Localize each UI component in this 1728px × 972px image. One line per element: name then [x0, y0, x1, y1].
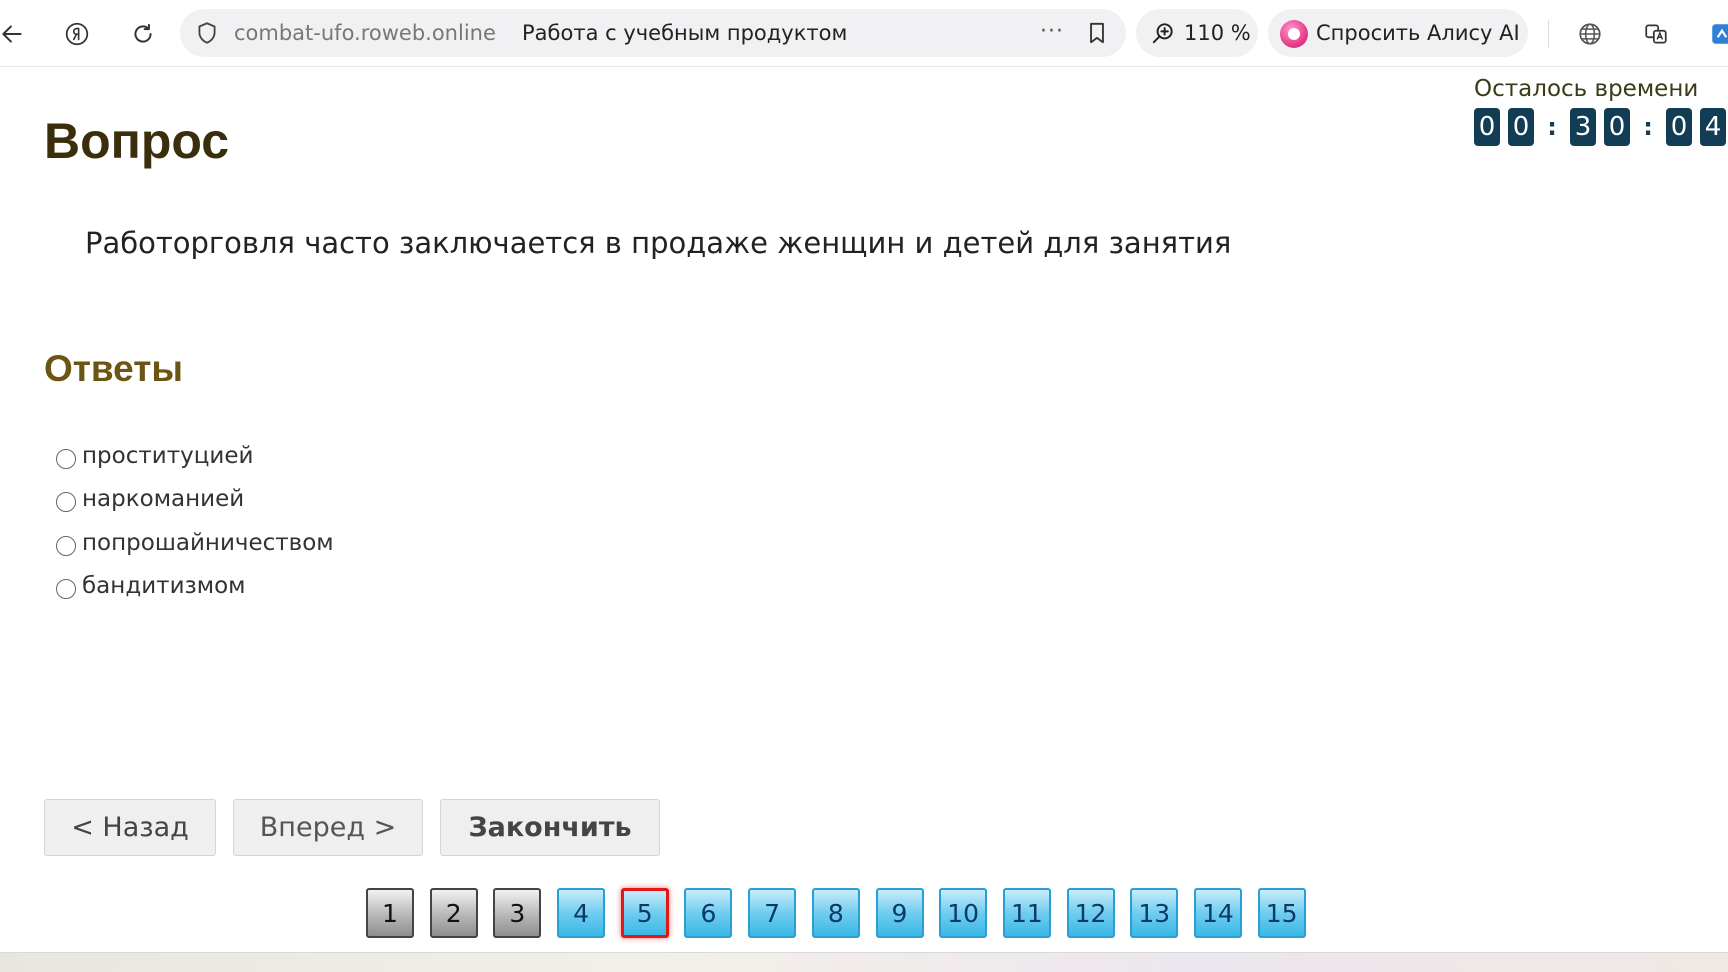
browser-toolbar: combat-ufo.roweb.online Работа с учебным… [0, 0, 1728, 67]
question-text: Работорговля часто заключается в продаже… [85, 226, 1232, 260]
address-bar[interactable]: combat-ufo.roweb.online Работа с учебным… [180, 9, 1126, 57]
back-button[interactable]: < Назад [44, 799, 216, 856]
question-page-button-14[interactable]: 14 [1193, 888, 1242, 938]
answers-heading: Ответы [44, 348, 183, 389]
countdown-timer: 0 0 : 3 0 : 0 4 [1474, 108, 1728, 146]
finish-button[interactable]: Закончить [440, 799, 660, 856]
address-page-title: Работа с учебным продуктом [522, 21, 848, 45]
question-page-button-3[interactable]: 3 [493, 888, 542, 938]
back-arrow-icon[interactable] [0, 14, 32, 54]
answer-option-3[interactable]: попрошайничеством [56, 521, 334, 565]
timer-digit: 0 [1508, 108, 1534, 146]
answer-option-4[interactable]: бандитизмом [56, 565, 334, 609]
question-page-button-2[interactable]: 2 [429, 888, 478, 938]
answer-radio[interactable] [56, 579, 76, 600]
alice-icon [1280, 20, 1308, 48]
question-pager: 1 2 3 4 5 6 7 8 9 10 11 12 13 14 15 [366, 888, 1321, 938]
zoom-indicator[interactable]: 110 % [1136, 9, 1258, 57]
ask-alice-button[interactable]: Спросить Алису AI [1268, 9, 1528, 57]
answer-radio[interactable] [56, 448, 76, 469]
answer-radio[interactable] [56, 492, 76, 513]
zoom-icon [1152, 23, 1173, 44]
question-page-button-4[interactable]: 4 [557, 888, 606, 938]
timer-digit: 0 [1604, 108, 1630, 146]
answer-label[interactable]: проституцией [82, 443, 253, 469]
timer-separator: : [1643, 113, 1653, 141]
question-page-button-13[interactable]: 13 [1130, 888, 1179, 938]
question-page-button-9[interactable]: 9 [875, 888, 924, 938]
question-page-button-12[interactable]: 12 [1066, 888, 1115, 938]
timer-digit: 0 [1474, 108, 1500, 146]
question-page-button-15[interactable]: 15 [1257, 888, 1306, 938]
ask-alice-label: Спросить Алису AI [1316, 21, 1520, 45]
answer-radio[interactable] [56, 535, 76, 556]
address-domain: combat-ufo.roweb.online [234, 21, 496, 45]
timer-digit: 3 [1570, 108, 1596, 146]
question-page-button-6[interactable]: 6 [684, 888, 733, 938]
question-heading: Вопрос [44, 113, 230, 169]
question-page-button-7[interactable]: 7 [748, 888, 797, 938]
timer-label: Осталось времени [1474, 76, 1699, 102]
question-page-button-8[interactable]: 8 [811, 888, 860, 938]
timer-digit: 0 [1666, 108, 1692, 146]
timer-separator: : [1547, 113, 1557, 141]
bookmark-icon[interactable] [1084, 20, 1110, 46]
globe-icon[interactable] [1570, 14, 1610, 54]
answer-label[interactable]: бандитизмом [82, 573, 246, 599]
answer-label[interactable]: попрошайничеством [82, 530, 334, 556]
answer-label[interactable]: наркоманией [82, 486, 244, 512]
question-page-button-10[interactable]: 10 [939, 888, 988, 938]
timer-digit: 4 [1700, 108, 1726, 146]
answer-option-2[interactable]: наркоманией [56, 478, 334, 522]
extension-icon[interactable] [1702, 14, 1728, 54]
reload-icon[interactable] [123, 14, 163, 54]
question-page-button-5[interactable]: 5 [620, 888, 669, 938]
toolbar-divider [1548, 20, 1549, 48]
answer-option-1[interactable]: проституцией [56, 434, 334, 478]
taskbar-strip [0, 952, 1728, 972]
yandex-logo-icon[interactable] [57, 14, 97, 54]
question-page-button-1[interactable]: 1 [366, 888, 414, 938]
forward-button[interactable]: Вперед > [233, 799, 423, 856]
translate-icon[interactable] [1636, 14, 1676, 54]
shield-icon[interactable] [194, 20, 220, 46]
question-page-button-11[interactable]: 11 [1002, 888, 1051, 938]
answer-options: проституцией наркоманией попрошайничеств… [56, 434, 334, 608]
zoom-level: 110 % [1184, 21, 1251, 45]
more-icon[interactable]: ··· [1040, 19, 1064, 44]
